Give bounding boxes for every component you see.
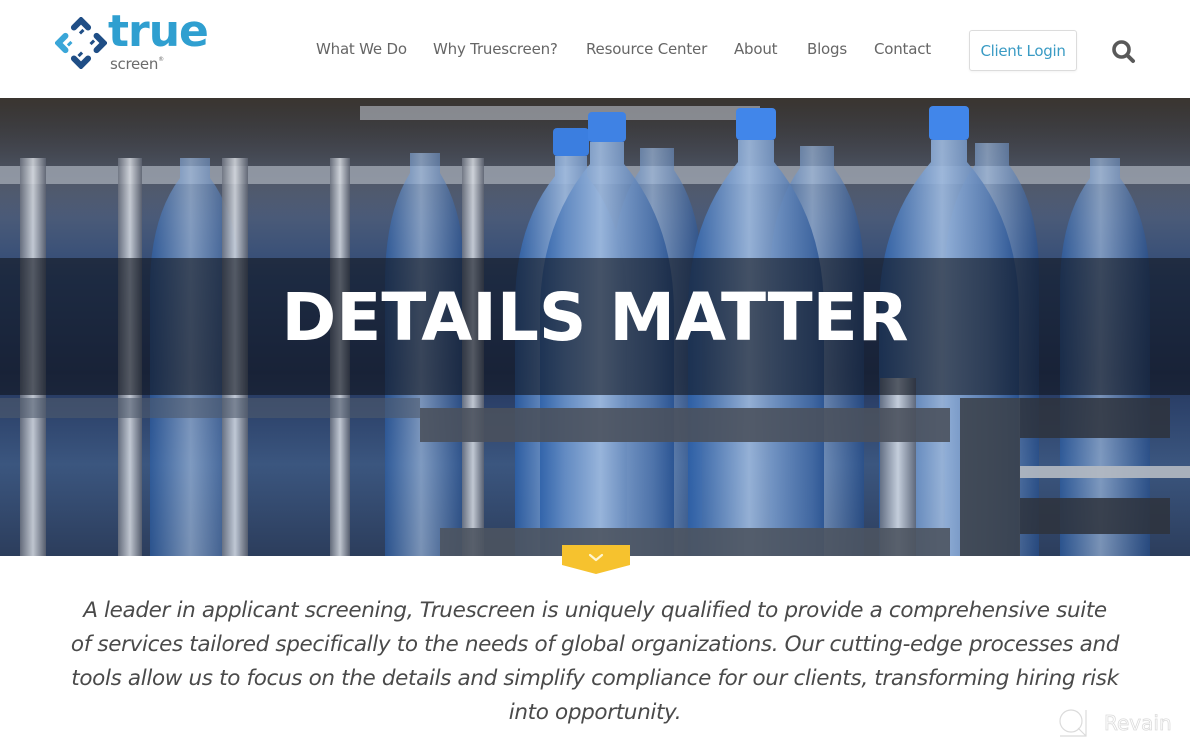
logo-wordmark-primary: true <box>108 6 209 57</box>
nav-item-contact[interactable]: Contact <box>874 40 931 58</box>
revain-logo-icon <box>1059 709 1087 737</box>
nav-item-what-we-do[interactable]: What We Do <box>316 40 407 58</box>
revain-label: Revain <box>1104 711 1172 736</box>
logo-screen-text: screen <box>110 55 159 73</box>
site-logo[interactable]: true screen® <box>55 10 215 79</box>
revain-watermark: Revain <box>1056 706 1186 742</box>
nav-item-about[interactable]: About <box>734 40 778 58</box>
nav-item-why-truescreen[interactable]: Why Truescreen? <box>433 40 558 58</box>
client-login-button[interactable]: Client Login <box>969 30 1077 71</box>
hero-title: DETAILS MATTER <box>281 279 909 356</box>
nav-item-blogs[interactable]: Blogs <box>807 40 847 58</box>
search-icon <box>1112 40 1135 63</box>
scroll-down-button[interactable] <box>562 545 630 574</box>
site-header: true screen® What We Do Why Truescreen? … <box>0 0 1190 98</box>
search-button[interactable] <box>1110 38 1138 66</box>
intro-paragraph: A leader in applicant screening, Truescr… <box>70 598 1120 725</box>
nav-item-resource-center[interactable]: Resource Center <box>586 40 707 58</box>
logo-wordmark-secondary: screen® <box>110 57 164 72</box>
chevron-down-icon <box>562 545 630 574</box>
truescreen-logo-icon <box>55 17 107 69</box>
registered-mark: ® <box>158 56 164 63</box>
hero-banner: DETAILS MATTER <box>0 98 1190 556</box>
